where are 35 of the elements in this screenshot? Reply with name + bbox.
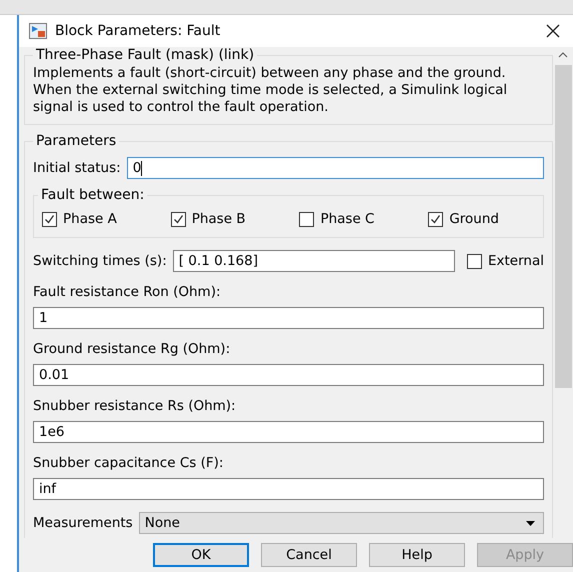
caret-icon [526,520,535,526]
checkbox[interactable] [428,212,444,226]
field-label: Snubber capacitance Cs (F): [33,455,224,471]
description-text: Implements a fault (short-circuit) between any phase and the ground. When the external switching time mode is selected, a Simulink logical signal is used to control the fault operation. [33,65,508,116]
parameters-title: Parameters [35,133,118,149]
dialog-button[interactable]: Help [369,543,465,567]
window-title: Block Parameters: Fault [55,23,222,39]
input-field[interactable]: 0.01 [33,364,544,386]
block-name: Three-Phase Fault (mask) (link) [35,47,256,63]
checkbox[interactable] [299,212,314,226]
field-label: Snubber resistance Rs (Ohm): [33,398,237,414]
checkbox[interactable] [466,254,482,268]
field-label: Fault resistance Ron (Ohm): [33,284,222,300]
checkbox-label: Ground [449,211,499,227]
scroll-up-icon[interactable] [558,52,568,58]
checkbox[interactable] [170,212,186,226]
checkbox-label: Phase A [63,211,117,227]
checkbox-label: External [488,253,544,269]
input-field[interactable]: [ 0.1 0.168] [172,250,455,272]
checkbox[interactable] [42,212,57,226]
dialog-button[interactable]: Cancel [261,543,357,567]
field-label: Measurements [33,515,133,531]
field-label: Ground resistance Rg (Ohm): [33,341,232,357]
field-label: Initial status: [33,160,121,176]
group-title: Fault between: [40,187,146,203]
input-field[interactable]: 1 [33,307,544,329]
input-field[interactable]: 0 [126,157,544,179]
dialog-button[interactable]: OK [153,543,249,567]
measurements-dropdown[interactable]: None [138,512,544,534]
input-field[interactable]: 1e6 [33,421,544,443]
checkbox-label: Phase C [320,211,374,227]
field-label: Switching times (s): [33,253,167,269]
input-field[interactable]: inf [33,478,544,500]
checkbox-label: Phase B [192,211,246,227]
block-icon [29,23,47,39]
